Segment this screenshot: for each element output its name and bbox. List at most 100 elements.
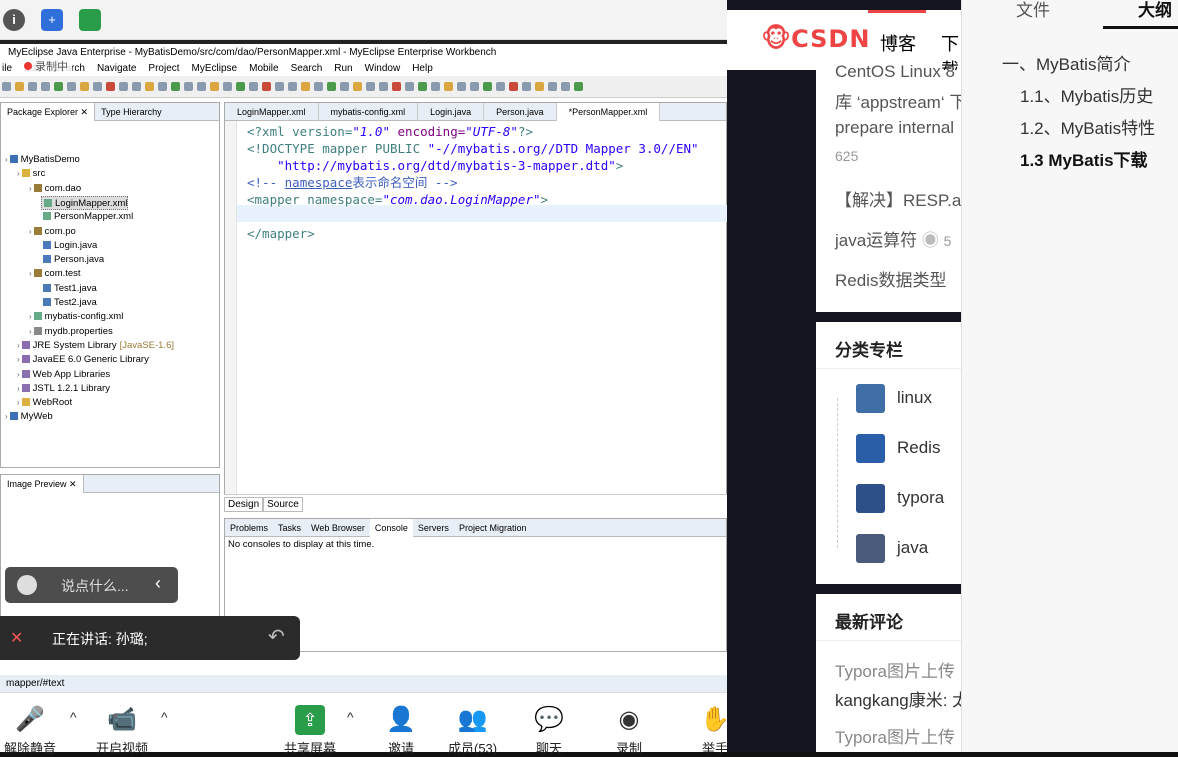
tree-item[interactable]: › WebRoot (17, 396, 72, 410)
menu-item[interactable]: Mobile (249, 61, 278, 76)
tab-image-preview[interactable]: Image Preview ✕ (1, 474, 84, 493)
tree-item[interactable]: › com.test (29, 267, 81, 281)
nav-blog[interactable]: 博客 (880, 30, 916, 56)
chevron-up-icon[interactable]: ^ (161, 709, 168, 725)
tree-item[interactable]: Test1.java (41, 282, 97, 296)
chevron-up-icon[interactable]: ^ (347, 709, 354, 725)
share-screen-button[interactable]: ⇪ 共享屏幕 (284, 705, 336, 757)
chat-button[interactable]: 💬 聊天 (534, 705, 564, 757)
tab-files[interactable]: 文件 (1016, 0, 1050, 21)
return-icon[interactable]: ↶ (268, 624, 285, 649)
expand-arrow-icon[interactable]: › (17, 384, 20, 393)
signal-icon[interactable] (79, 9, 101, 31)
outline-item[interactable]: 1.1、Mybatis历史 (1020, 82, 1153, 107)
console-tab[interactable]: Tasks (273, 519, 306, 537)
tree-item[interactable]: › JRE System Library [JavaSE-1.6] (17, 339, 174, 353)
expand-arrow-icon[interactable]: › (29, 312, 32, 321)
invite-button[interactable]: 👤 邀请 (386, 705, 416, 757)
tree-item[interactable]: › mydb.properties (29, 325, 113, 339)
expand-arrow-icon[interactable]: › (17, 169, 20, 178)
tab-package-explorer[interactable]: Package Explorer ✕ (1, 102, 96, 121)
expand-arrow-icon[interactable]: › (29, 184, 32, 193)
article-link[interactable]: 【解决】RESP.a (835, 186, 961, 211)
tree-item[interactable]: › mybatis-config.xml (29, 310, 123, 324)
tree-item[interactable]: LoginMapper.xml (41, 195, 129, 210)
collapse-icon[interactable]: ‹ (155, 573, 161, 594)
shield-icon[interactable]: + (41, 9, 63, 31)
category-item[interactable]: java (856, 534, 966, 564)
expand-arrow-icon[interactable]: › (17, 355, 20, 364)
tree-item[interactable]: › JavaEE 6.0 Generic Library (17, 353, 149, 367)
editor-tab[interactable]: LoginMapper.xml (225, 102, 319, 121)
expand-arrow-icon[interactable]: › (5, 412, 8, 421)
tree-item[interactable]: Test2.java (41, 296, 97, 310)
code-area[interactable]: <?xml version="1.0" encoding="UTF-8"?> <!… (247, 123, 699, 242)
expand-arrow-icon[interactable]: › (5, 155, 8, 164)
console-tab[interactable]: Web Browser (306, 519, 370, 537)
editor-tab[interactable]: *PersonMapper.xml (556, 102, 661, 121)
csdn-logo[interactable]: 🐵CSDN (761, 24, 870, 54)
xml-editor[interactable]: LoginMapper.xml mybatis-config.xml Login.j… (224, 102, 727, 512)
code-token: <!-- (247, 175, 285, 190)
record-button[interactable]: ◉ 录制 (616, 705, 642, 757)
tree-item[interactable]: › src (17, 167, 45, 181)
outline-item[interactable]: 1.2、MyBatis特性 (1020, 114, 1155, 139)
console-tab[interactable]: Servers (413, 519, 454, 537)
tab-outline[interactable]: 大纲 (1138, 0, 1172, 21)
article-link[interactable]: Redis数据类型 (835, 266, 946, 291)
menu-item[interactable]: Search (291, 61, 323, 76)
code-token: "com.dao.LoginMapper" (382, 192, 541, 207)
menu-item[interactable]: MyEclipse (192, 61, 238, 76)
editor-tab[interactable]: Login.java (418, 102, 485, 121)
tree-item[interactable]: › com.dao (29, 182, 81, 196)
tree-item[interactable]: › MyBatisDemo (5, 153, 80, 167)
design-tab[interactable]: Design (224, 497, 264, 512)
members-button[interactable]: 👥 成员(53) (448, 705, 497, 757)
source-tab[interactable]: Source (263, 497, 303, 512)
expand-arrow-icon[interactable]: › (17, 370, 20, 379)
console-tab[interactable]: Project Migration (454, 519, 532, 537)
code-line: <?xml version="1.0" encoding="UTF-8"?> (247, 123, 699, 140)
editor-tab[interactable]: mybatis-config.xml (319, 102, 419, 121)
article-link[interactable]: java运算符 ◉ 5 (835, 226, 951, 251)
tree-item[interactable]: › JSTL 1.2.1 Library (17, 382, 110, 396)
comment-item[interactable]: Typora图片上传 (835, 657, 955, 682)
expand-arrow-icon[interactable]: › (29, 327, 32, 336)
menu-item[interactable]: Project (148, 61, 179, 76)
outline-item[interactable]: 一、MyBatis简介 (1002, 50, 1130, 75)
console-tab[interactable]: Console (369, 518, 413, 537)
comment-item[interactable]: Typora图片上传 (835, 723, 955, 748)
console-tab[interactable]: Problems (225, 519, 273, 537)
category-item[interactable]: Redis (856, 434, 966, 464)
expand-arrow-icon[interactable]: › (29, 227, 32, 236)
comment-item[interactable]: kangkang康米: 太 (835, 686, 969, 711)
category-item[interactable]: typora (856, 484, 966, 514)
main-toolbar (0, 76, 727, 98)
menu-item[interactable]: Navigate (97, 61, 136, 76)
tree-item[interactable]: PersonMapper.xml (41, 210, 133, 224)
expand-arrow-icon[interactable]: › (29, 269, 32, 278)
menu-item[interactable]: Run (334, 61, 352, 76)
chevron-up-icon[interactable]: ^ (70, 709, 77, 725)
tree-item[interactable]: › com.po (29, 225, 76, 239)
mic-muted-button[interactable]: 🎤 解除静音 (4, 705, 56, 757)
emoji-icon[interactable] (17, 575, 37, 595)
info-icon[interactable]: i (3, 9, 25, 31)
menu-item[interactable]: Help (412, 61, 433, 76)
expand-arrow-icon[interactable]: › (17, 341, 20, 350)
tree-item[interactable]: › Web App Libraries (17, 368, 110, 382)
editor-tab[interactable]: Person.java (484, 102, 557, 121)
tree-item[interactable]: Person.java (41, 253, 104, 267)
raise-hand-button[interactable]: ✋ 举手 (700, 705, 730, 757)
video-off-button[interactable]: 📹 开启视频 (96, 705, 148, 757)
category-tree-line (837, 398, 838, 548)
menu-item[interactable]: ile (2, 61, 12, 76)
menu-item[interactable]: Window (365, 61, 401, 76)
tree-item[interactable]: › MyWeb (5, 410, 53, 424)
outline-item[interactable]: 1.3 MyBatis下载 (1020, 146, 1148, 171)
category-item[interactable]: linux (856, 384, 966, 414)
tab-type-hierarchy[interactable]: Type Hierarchy (95, 103, 168, 121)
tree-item[interactable]: Login.java (41, 239, 97, 253)
chat-input[interactable]: 说点什么... ‹ (5, 567, 178, 603)
expand-arrow-icon[interactable]: › (17, 398, 20, 407)
